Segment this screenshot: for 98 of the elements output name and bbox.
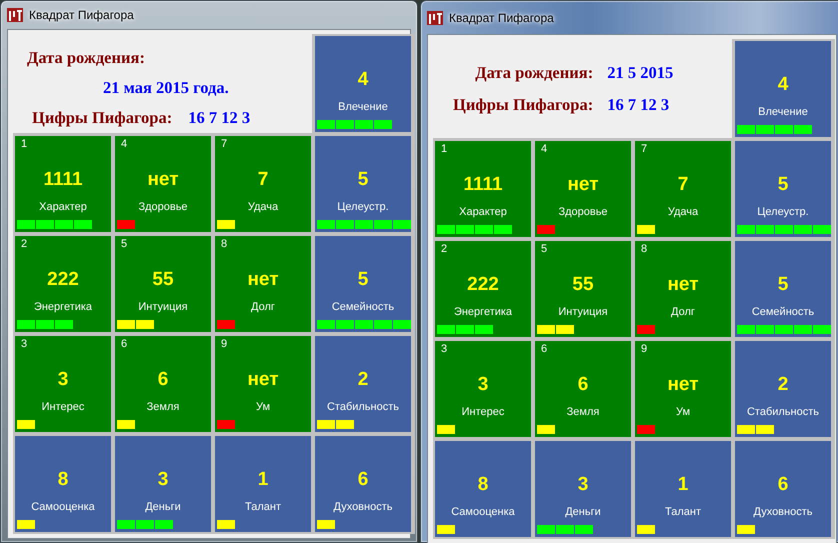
tile-value: 55 [572,275,594,294]
tile-number: 4 [541,144,548,155]
tile-value: 8 [58,470,68,489]
tile-value: нет [667,375,699,394]
tile-value: 1111 [43,170,83,189]
tile-label: Здоровье [138,202,188,213]
tile-label: Духовность [334,502,392,513]
birth-label: Дата рождения: [27,47,146,69]
tile-value: 222 [467,275,499,294]
tile-value: 6 [778,475,788,494]
tile-label: Интуиция [138,302,188,313]
tile-value: 8 [478,475,488,494]
tile-number: 3 [21,339,28,350]
tile-label: Интерес [462,407,504,418]
tile-label: Стабильность [746,407,820,418]
tile-number: 1 [21,139,28,150]
tile-label: Талант [245,502,281,513]
tile-label: Энергетика [34,302,92,313]
tile-label: Характер [39,202,87,213]
tile-label: Ум [256,402,270,413]
tile-value: 4 [358,70,368,89]
tile-number: 2 [21,239,28,250]
tile-value: 5 [778,275,788,294]
tile-label: Самооценка [31,502,95,513]
tile-value: 2 [358,370,368,389]
tile-value: 7 [678,175,688,194]
tile-number: 5 [541,244,548,255]
tile-value: 2 [778,375,788,394]
tile-label: Удача [248,202,278,213]
tile-label: Целеустр. [757,207,809,218]
tile-value: нет [667,275,699,294]
tile-value: 1111 [463,175,503,194]
tile-value: 6 [358,470,368,489]
tile-number: 7 [641,144,648,155]
tile-value: 5 [358,170,368,189]
tile-value: нет [147,170,179,189]
tile-label: Деньги [565,507,601,518]
tile-label: Долг [251,302,275,313]
app-icon [427,10,443,26]
tile-value: 1 [678,475,688,494]
tile-number: 9 [221,339,228,350]
app-icon [7,7,23,23]
tile-value: нет [567,175,599,194]
tile-label: Долг [671,307,695,318]
window-title: Квадрат Пифагора [29,7,134,24]
tile-label: Земля [566,407,600,418]
tile-label: Деньги [145,502,181,513]
tile-number: 6 [541,344,548,355]
tile-label: Семейность [752,307,814,318]
tile-number: 9 [641,344,648,355]
tile-value: 3 [58,370,68,389]
tile-label: Интерес [42,402,84,413]
tile-value: 3 [478,375,488,394]
tile-number: 5 [121,239,128,250]
tile-label: Духовность [754,507,812,518]
tile-value: 3 [158,470,168,489]
tile-number: 7 [221,139,228,150]
tile-value: 6 [578,375,588,394]
tile-number: 8 [221,239,228,250]
tile-label: Целеустр. [337,202,389,213]
tile-label: Талант [665,507,701,518]
tile-label: Земля [146,402,180,413]
tile-value: 6 [158,370,168,389]
tile-number: 8 [641,244,648,255]
tile-number: 1 [441,144,448,155]
tile-label: Ум [676,407,690,418]
birth-value: 21 мая 2015 года. [103,76,229,99]
tile-number: 4 [121,139,128,150]
tile-value: 5 [778,175,788,194]
tile-value: нет [247,370,279,389]
tile-value: 5 [358,270,368,289]
tile-label: Энергетика [454,307,512,318]
tile-label: Интуиция [558,307,608,318]
tile-label: Удача [668,207,698,218]
digits-label: Цифры Пифагора: [453,94,594,116]
birth-value: 21 5 2015 [607,62,674,84]
tile-value: 1 [258,470,268,489]
tile-value: нет [247,270,279,289]
tile-value: 222 [47,270,79,289]
tile-number: 2 [441,244,448,255]
tile-value: 7 [258,170,268,189]
tile-label: Семейность [332,302,394,313]
tile-label: Самооценка [451,507,515,518]
tile-value: 4 [778,75,788,94]
digits-label: Цифры Пифагора: [32,106,172,128]
tile-label: Здоровье [558,207,608,218]
digits-value: 16 7 12 3 [607,94,670,116]
birth-label: Дата рождения: [474,62,594,84]
digits-value: 16 7 12 3 [188,106,250,128]
tile-value: 55 [152,270,174,289]
tile-label: Влечение [338,102,388,113]
tile-number: 6 [121,339,128,350]
tile-label: Влечение [758,107,808,118]
tile-label: Характер [459,207,507,218]
tile-label: Стабильность [326,402,400,413]
tile-number: 3 [441,344,448,355]
tile-value: 3 [578,475,588,494]
window-title: Квадрат Пифагора [449,10,554,26]
